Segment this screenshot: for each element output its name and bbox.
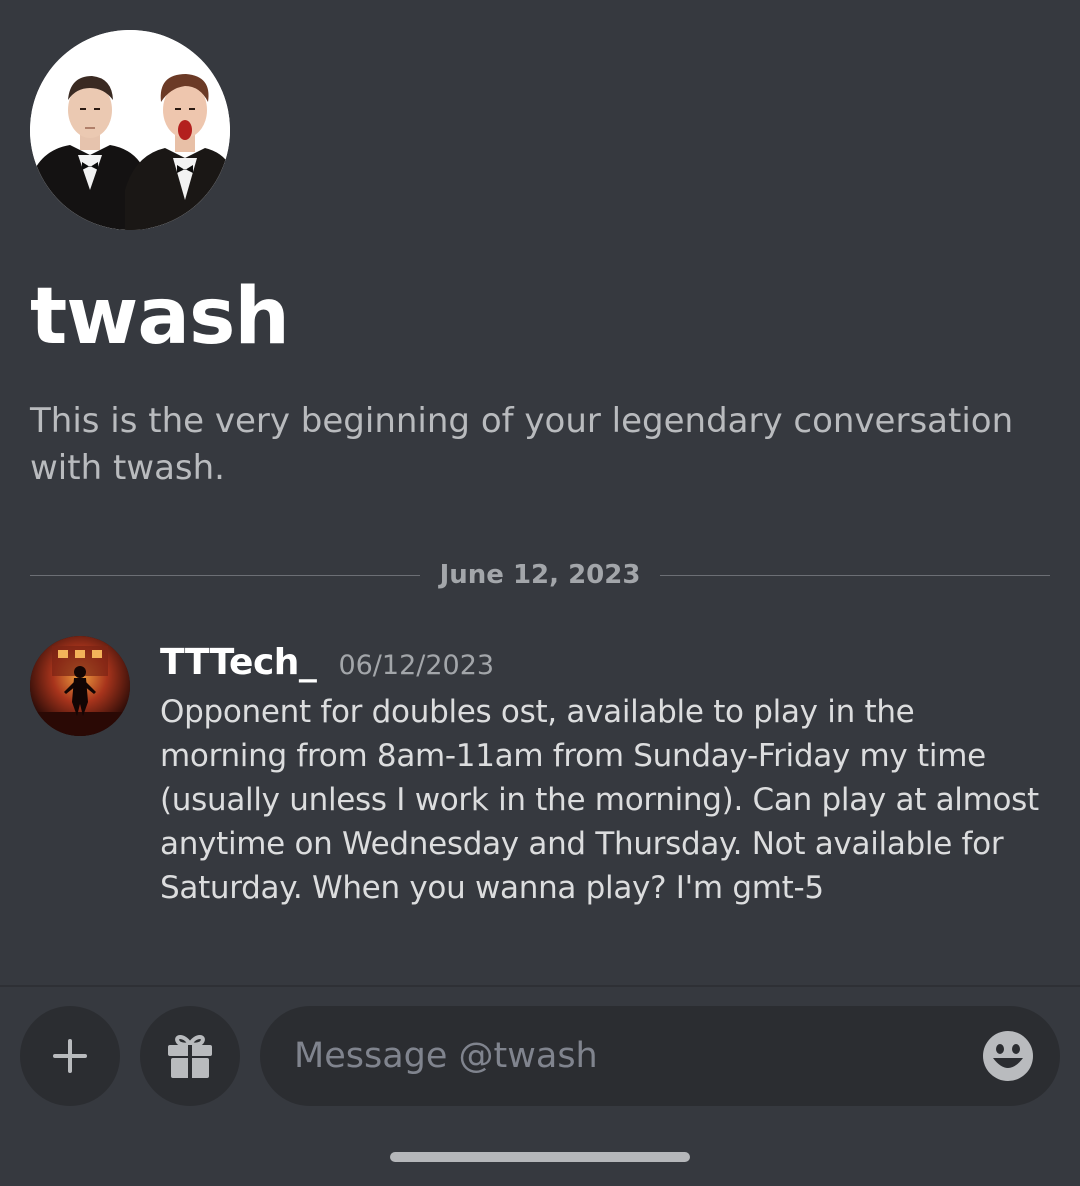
message-author-avatar[interactable]	[30, 636, 130, 736]
message-header: TTTech_ 06/12/2023	[160, 642, 494, 683]
message-content: Opponent for doubles ost, available to p…	[160, 694, 1039, 906]
divider-date-label: June 12, 2023	[439, 560, 641, 590]
message-input-container[interactable]	[260, 1006, 1060, 1106]
message-input[interactable]	[294, 1006, 954, 1106]
profile-avatar[interactable]	[30, 30, 230, 230]
gift-icon	[168, 1035, 212, 1078]
attach-button[interactable]	[20, 1006, 120, 1106]
smiley-icon[interactable]	[982, 1030, 1034, 1082]
plus-icon	[53, 1039, 87, 1073]
profile-photo-image	[30, 30, 230, 230]
figure-in-red-room-avatar-image	[30, 636, 130, 736]
message-timestamp: 06/12/2023	[338, 650, 495, 681]
conversation-intro: This is the very beginning of your legen…	[30, 401, 1014, 488]
home-indicator[interactable]	[390, 1152, 690, 1162]
dm-recipient-name: twash	[30, 272, 290, 362]
date-divider: June 12, 2023	[30, 557, 1051, 593]
message-author-name[interactable]: TTTech_	[160, 642, 317, 683]
gift-button[interactable]	[140, 1006, 240, 1106]
divider-line-right	[660, 574, 1051, 576]
divider-line-left	[30, 574, 420, 576]
